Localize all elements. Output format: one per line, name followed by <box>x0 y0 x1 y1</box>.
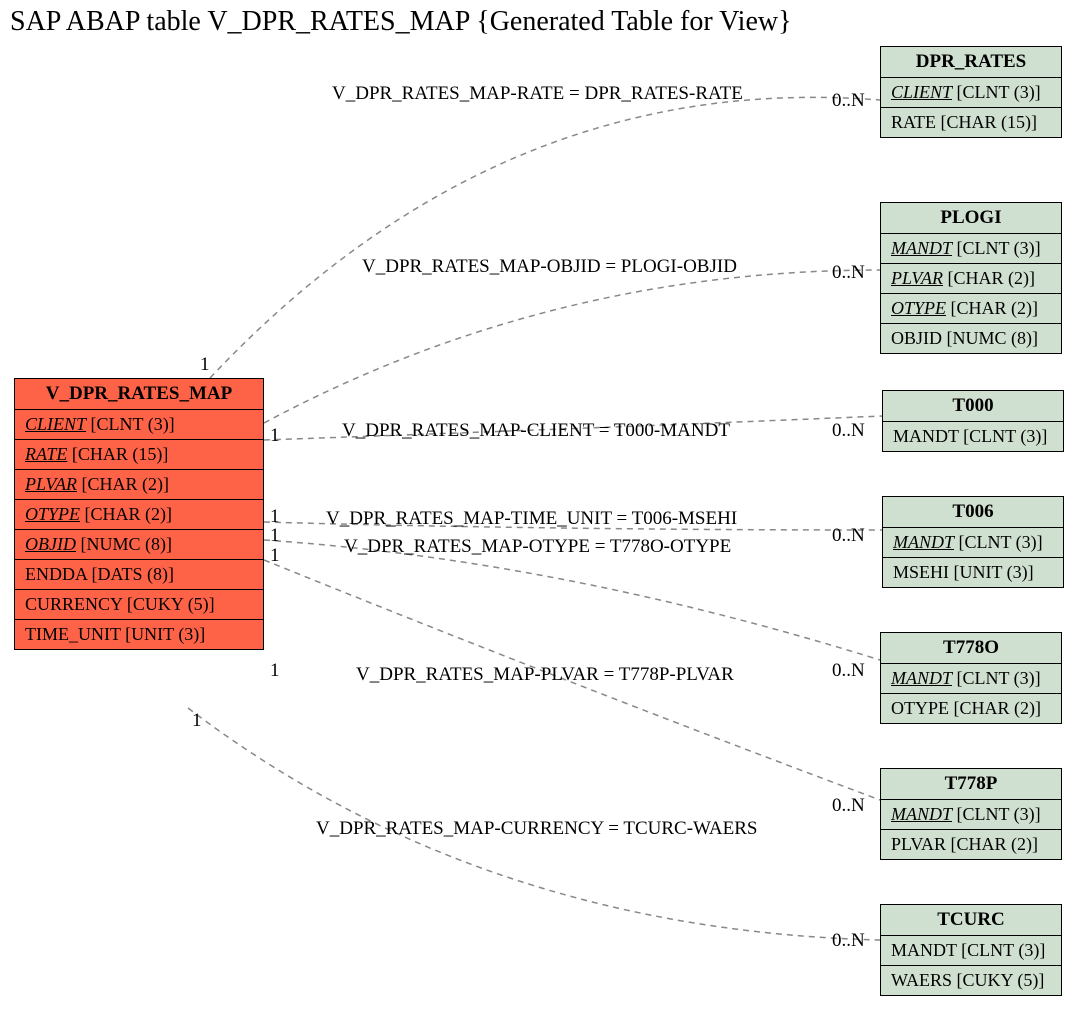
ref-table: T778OMANDT [CLNT (3)]OTYPE [CHAR (2)] <box>880 632 1062 724</box>
table-row: MANDT [CLNT (3)] <box>881 800 1061 830</box>
table-row: RATE [CHAR (15)] <box>881 108 1061 137</box>
relation-label-timeunit: V_DPR_RATES_MAP-TIME_UNIT = T006-MSEHI <box>326 508 737 530</box>
ref-table-header: T006 <box>883 497 1063 528</box>
relation-label-otype: V_DPR_RATES_MAP-OTYPE = T778O-OTYPE <box>344 536 731 558</box>
table-row: MSEHI [UNIT (3)] <box>883 558 1063 587</box>
ref-table-header: TCURC <box>881 905 1061 936</box>
main-table-header: V_DPR_RATES_MAP <box>15 379 263 410</box>
table-row: TIME_UNIT [UNIT (3)] <box>15 620 263 649</box>
card-right-currency: 0..N <box>832 930 865 952</box>
card-left-currency: 1 <box>192 710 202 732</box>
ref-table-header: T778O <box>881 633 1061 664</box>
table-row: MANDT [CLNT (3)] <box>881 664 1061 694</box>
card-left-plvar: 1 <box>270 660 280 682</box>
table-row: MANDT [CLNT (3)] <box>883 422 1063 451</box>
table-row: OTYPE [CHAR (2)] <box>881 294 1061 324</box>
table-row: CURRENCY [CUKY (5)] <box>15 590 263 620</box>
ref-table: T000MANDT [CLNT (3)] <box>882 390 1064 452</box>
relation-label-currency: V_DPR_RATES_MAP-CURRENCY = TCURC-WAERS <box>316 818 757 840</box>
card-right-client: 0..N <box>832 420 865 442</box>
relation-label-rate: V_DPR_RATES_MAP-RATE = DPR_RATES-RATE <box>332 83 743 105</box>
card-right-objid: 0..N <box>832 262 865 284</box>
ref-table-header: T778P <box>881 769 1061 800</box>
ref-table-header: DPR_RATES <box>881 47 1061 78</box>
table-row: OBJID [NUMC (8)] <box>881 324 1061 353</box>
ref-table-header: PLOGI <box>881 203 1061 234</box>
table-row: WAERS [CUKY (5)] <box>881 966 1061 995</box>
ref-table: T006MANDT [CLNT (3)]MSEHI [UNIT (3)] <box>882 496 1064 588</box>
ref-table: TCURCMANDT [CLNT (3)]WAERS [CUKY (5)] <box>880 904 1062 996</box>
card-right-otype: 0..N <box>832 660 865 682</box>
card-left-otype: 1 <box>270 545 280 567</box>
table-row: PLVAR [CHAR (2)] <box>881 830 1061 859</box>
card-left-timeunit: 1 <box>270 525 280 547</box>
table-row: OTYPE [CHAR (2)] <box>15 500 263 530</box>
relation-label-client: V_DPR_RATES_MAP-CLIENT = T000-MANDT <box>342 420 730 442</box>
card-left-objid: 1 <box>270 425 280 447</box>
relation-label-objid: V_DPR_RATES_MAP-OBJID = PLOGI-OBJID <box>362 256 737 278</box>
page-title: SAP ABAP table V_DPR_RATES_MAP {Generate… <box>10 6 792 38</box>
table-row: PLVAR [CHAR (2)] <box>15 470 263 500</box>
table-row: CLIENT [CLNT (3)] <box>881 78 1061 108</box>
table-row: OBJID [NUMC (8)] <box>15 530 263 560</box>
table-row: CLIENT [CLNT (3)] <box>15 410 263 440</box>
ref-table: DPR_RATESCLIENT [CLNT (3)]RATE [CHAR (15… <box>880 46 1062 138</box>
ref-table: PLOGIMANDT [CLNT (3)]PLVAR [CHAR (2)]OTY… <box>880 202 1062 354</box>
table-row: MANDT [CLNT (3)] <box>881 936 1061 966</box>
ref-table-header: T000 <box>883 391 1063 422</box>
table-row: OTYPE [CHAR (2)] <box>881 694 1061 723</box>
ref-table: T778PMANDT [CLNT (3)]PLVAR [CHAR (2)] <box>880 768 1062 860</box>
table-row: RATE [CHAR (15)] <box>15 440 263 470</box>
table-row: PLVAR [CHAR (2)] <box>881 264 1061 294</box>
table-row: MANDT [CLNT (3)] <box>881 234 1061 264</box>
card-right-rate: 0..N <box>832 90 865 112</box>
table-row: ENDDA [DATS (8)] <box>15 560 263 590</box>
relation-label-plvar: V_DPR_RATES_MAP-PLVAR = T778P-PLVAR <box>356 664 734 686</box>
card-right-timeunit: 0..N <box>832 525 865 547</box>
table-row: MANDT [CLNT (3)] <box>883 528 1063 558</box>
main-table: V_DPR_RATES_MAP CLIENT [CLNT (3)]RATE [C… <box>14 378 264 650</box>
card-right-plvar: 0..N <box>832 795 865 817</box>
card-left-rate: 1 <box>200 354 210 376</box>
